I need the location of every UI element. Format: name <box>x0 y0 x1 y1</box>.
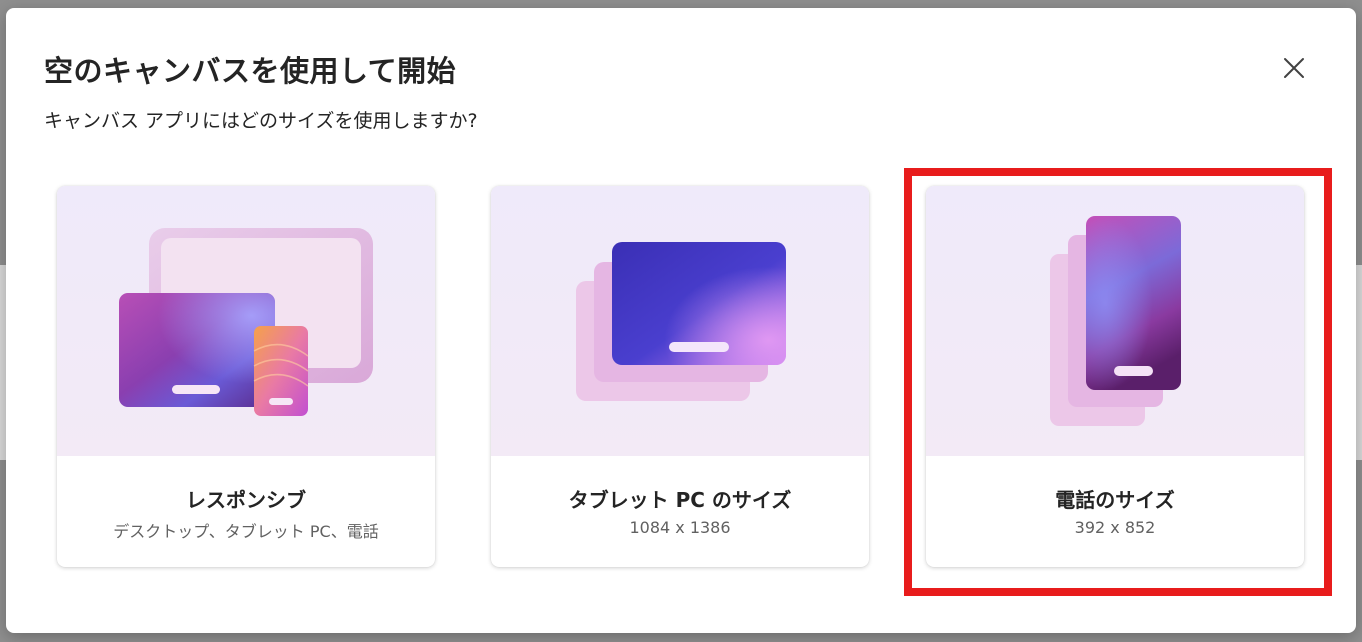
dialog-subtitle: キャンバス アプリにはどのサイズを使用しますか? <box>44 110 478 132</box>
tablet-illustration <box>491 186 869 456</box>
card-subtitle: 392 x 852 <box>1074 518 1156 537</box>
card-title: 電話のサイズ <box>1055 488 1175 512</box>
card-subtitle: 1084 x 1386 <box>629 518 731 537</box>
card-tablet[interactable]: タブレット PC のサイズ 1084 x 1386 <box>491 186 869 567</box>
card-title: レスポンシブ <box>186 488 306 512</box>
close-button[interactable] <box>1278 52 1310 84</box>
card-subtitle: デスクトップ、タブレット PC、電話 <box>113 522 379 541</box>
dialog-title: 空のキャンバスを使用して開始 <box>44 54 457 88</box>
card-phone[interactable]: 電話のサイズ 392 x 852 <box>926 186 1304 567</box>
card-responsive[interactable]: レスポンシブ デスクトップ、タブレット PC、電話 <box>57 186 435 567</box>
phone-illustration <box>926 186 1304 456</box>
card-title: タブレット PC のサイズ <box>568 488 792 512</box>
start-blank-canvas-dialog: 空のキャンバスを使用して開始 キャンバス アプリにはどのサイズを使用しますか? <box>6 8 1356 633</box>
responsive-illustration <box>57 186 435 456</box>
close-icon <box>1284 58 1304 78</box>
